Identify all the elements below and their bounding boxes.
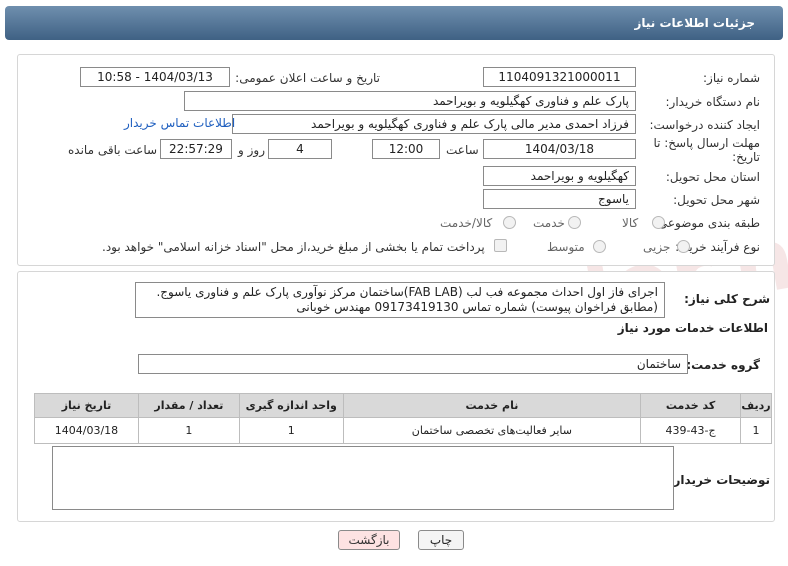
category-service-label: خدمت: [533, 216, 565, 230]
process-minor-label: جزیی: [643, 240, 671, 254]
process-radio-minor[interactable]: [677, 240, 690, 253]
category-radio-service[interactable]: [568, 216, 581, 229]
treasury-checkbox[interactable]: [494, 239, 507, 252]
need-number-label: شماره نیاز:: [703, 71, 760, 85]
deadline-time-field[interactable]: 12:00: [372, 139, 440, 159]
back-button[interactable]: بازگشت: [338, 530, 400, 550]
col-code: کد خدمت: [640, 393, 742, 418]
table-row[interactable]: 1 ج-43-439 سایر فعالیت‌های تخصصی ساختمان…: [34, 417, 772, 444]
table-header-row: ردیف کد خدمت نام خدمت واحد اندازه گیری ت…: [34, 393, 772, 418]
deadline-time-label: ساعت: [446, 143, 479, 157]
summary-text[interactable]: اجرای فاز اول احداث مجموعه فب لب (FAB LA…: [135, 282, 665, 318]
cell-unit: 1: [238, 417, 344, 444]
print-button[interactable]: چاپ: [418, 530, 464, 550]
payment-note: پرداخت تمام یا بخشی از مبلغ خرید،از محل …: [102, 240, 485, 254]
buyer-notes-label: توضیحات خریدار:: [668, 473, 770, 487]
days-field[interactable]: 4: [268, 139, 332, 159]
city-label: شهر محل تحویل:: [673, 193, 760, 207]
province-field[interactable]: کهگیلویه و بویراحمد: [483, 166, 636, 186]
cell-date: 1404/03/18: [34, 417, 139, 444]
service-group-label: گروه خدمت:: [686, 358, 760, 372]
page-title: جزئیات اطلاعات نیاز: [634, 16, 755, 30]
process-radio-medium[interactable]: [593, 240, 606, 253]
creator-field[interactable]: فرزاد احمدی مدیر مالی پارک علم و فناوری …: [232, 114, 636, 134]
category-goods-service-label: کالا/خدمت: [440, 216, 493, 230]
summary-label: شرح کلی نیاز:: [684, 292, 770, 306]
service-group-field[interactable]: ساختمان: [138, 354, 688, 374]
deadline-label-1: مهلت ارسال پاسخ: تا: [653, 136, 760, 150]
buyer-org-label: نام دستگاه خریدار:: [665, 95, 761, 109]
buyer-contact-link[interactable]: اطلاعات تماس خریدار: [124, 116, 235, 130]
announce-field[interactable]: 1404/03/13 - 10:58: [80, 67, 230, 87]
category-radio-goods-service[interactable]: [503, 216, 516, 229]
announce-label: تاریخ و ساعت اعلان عمومی:: [235, 71, 380, 85]
cell-qty: 1: [137, 417, 240, 444]
category-goods-label: کالا: [622, 216, 639, 230]
deadline-label-2: تاریخ:: [732, 150, 760, 164]
cell-code: ج-43-439: [640, 417, 742, 444]
need-number-field[interactable]: 1104091321000011: [483, 67, 636, 87]
category-label: طبقه بندی موضوعی:: [653, 216, 760, 230]
remaining-label: ساعت باقی مانده: [68, 143, 158, 157]
col-unit: واحد اندازه گیری: [238, 393, 344, 418]
days-label: روز و: [238, 143, 265, 157]
deadline-date-field[interactable]: 1404/03/18: [483, 139, 636, 159]
buyer-notes-field[interactable]: [52, 446, 674, 510]
cell-row: 1: [740, 417, 772, 444]
col-name: نام خدمت: [342, 393, 642, 418]
col-date: تاریخ نیاز: [34, 393, 139, 418]
remaining-time-field[interactable]: 22:57:29: [160, 139, 232, 159]
creator-label: ایجاد کننده درخواست:: [649, 118, 760, 132]
services-title: اطلاعات خدمات مورد نیاز: [617, 321, 768, 335]
buyer-org-field[interactable]: پارک علم و فناوری کهگیلویه و بویراحمد: [184, 91, 636, 111]
process-medium-label: متوسط: [547, 240, 585, 254]
city-field[interactable]: یاسوج: [483, 189, 636, 209]
cell-name: سایر فعالیت‌های تخصصی ساختمان: [342, 417, 642, 444]
services-table: ردیف کد خدمت نام خدمت واحد اندازه گیری ت…: [34, 393, 772, 444]
category-radio-goods[interactable]: [652, 216, 665, 229]
province-label: استان محل تحویل:: [665, 170, 760, 184]
col-row: ردیف: [740, 393, 772, 418]
page-header: جزئیات اطلاعات نیاز: [5, 6, 783, 40]
col-qty: تعداد / مقدار: [137, 393, 240, 418]
